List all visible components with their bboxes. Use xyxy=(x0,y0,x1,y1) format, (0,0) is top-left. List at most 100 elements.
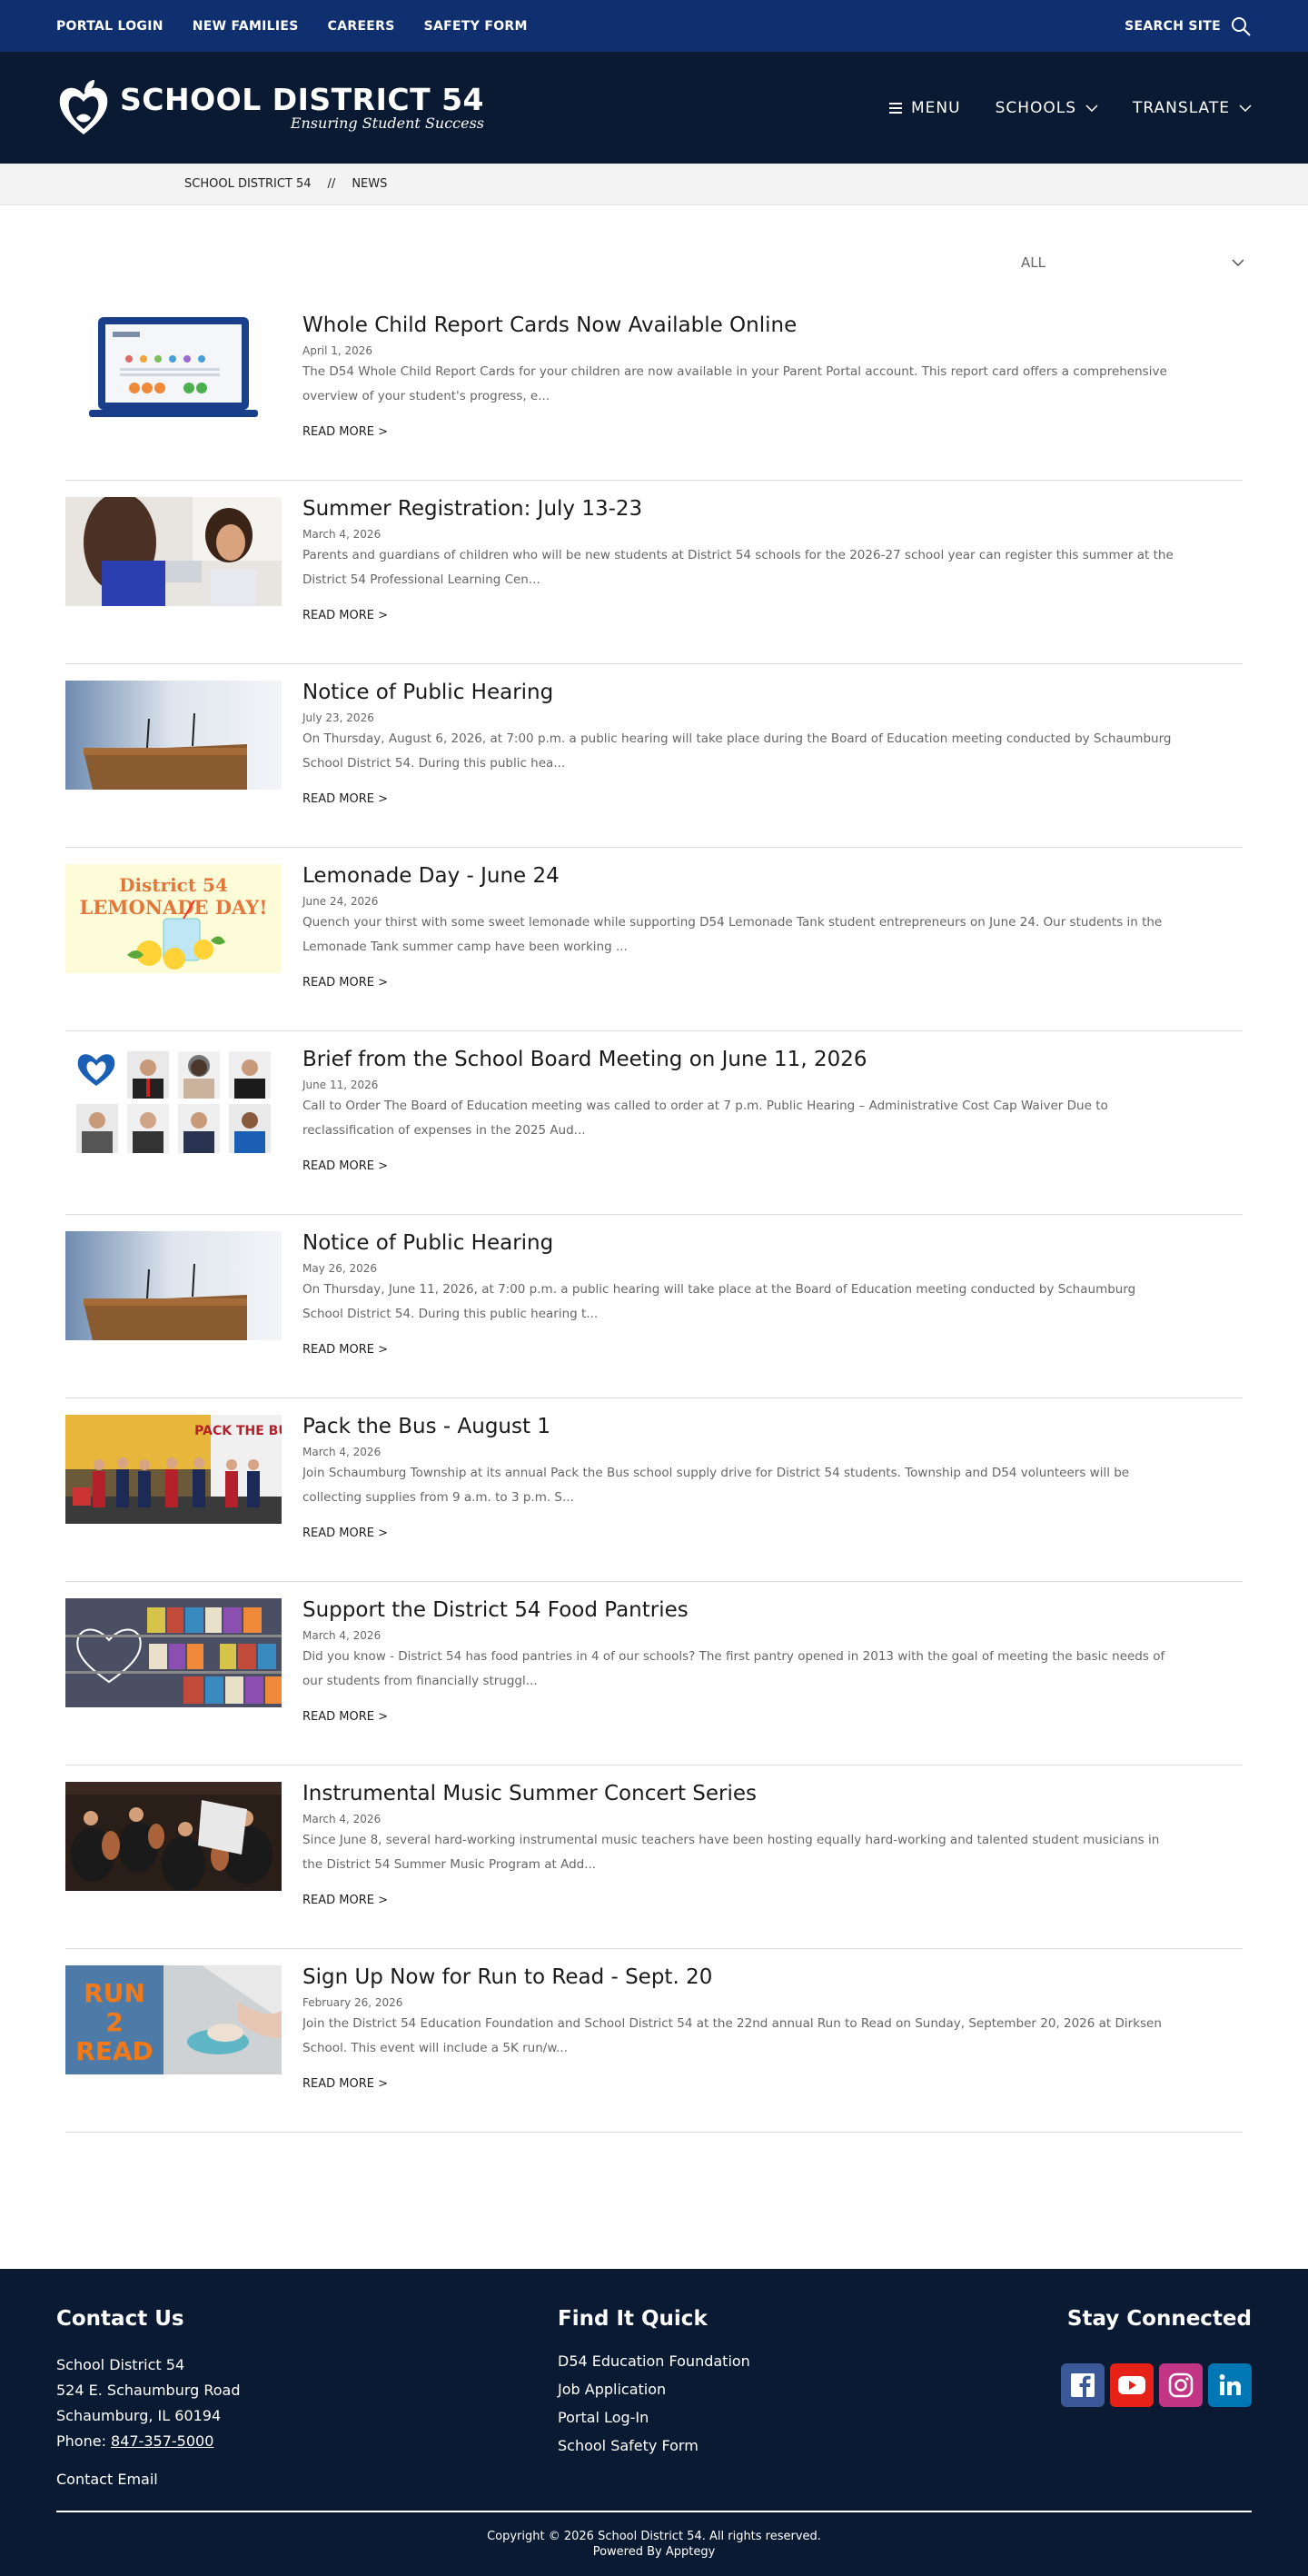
news-excerpt: Quench your thirst with some sweet lemon… xyxy=(302,915,1163,954)
news-item: RUN 2 READ Sign Up Now for Run to Read -… xyxy=(65,1949,1243,2133)
chevron-down-icon xyxy=(1239,104,1252,112)
menu-label: MENU xyxy=(911,98,961,117)
read-more-link[interactable]: READ MORE > xyxy=(302,792,1211,806)
news-title[interactable]: Whole Child Report Cards Now Available O… xyxy=(302,312,1211,339)
news-excerpt: Since June 8, several hard-working instr… xyxy=(302,1833,1160,1872)
news-date: July 23, 2026 xyxy=(302,711,374,724)
news-date: February 26, 2026 xyxy=(302,1996,403,2009)
phone-label: Phone: xyxy=(56,2432,112,2450)
instagram-icon[interactable] xyxy=(1159,2363,1203,2407)
utility-bar: PORTAL LOGIN NEW FAMILIES CAREERS SAFETY… xyxy=(0,0,1308,52)
read-more-link[interactable]: READ MORE > xyxy=(302,2077,1211,2091)
quick-link-education-foundation[interactable]: D54 Education Foundation xyxy=(558,2352,750,2370)
news-thumbnail-pack-the-bus[interactable]: PACK THE BUS xyxy=(65,1415,282,1524)
safety-form-link[interactable]: SAFETY FORM xyxy=(424,19,528,34)
main-nav: MENU SCHOOLS TRANSLATE xyxy=(889,99,1252,117)
read-more-link[interactable]: READ MORE > xyxy=(302,1894,1211,1907)
translate-dropdown[interactable]: TRANSLATE xyxy=(1133,99,1252,117)
hamburger-icon xyxy=(889,102,902,114)
quick-link-safety-form[interactable]: School Safety Form xyxy=(558,2437,750,2454)
news-title[interactable]: Pack the Bus - August 1 xyxy=(302,1413,1211,1440)
news-date: June 24, 2026 xyxy=(302,895,379,908)
powered-by-link[interactable]: Powered By Apptegy xyxy=(0,2544,1308,2560)
news-item: Support the District 54 Food Pantries Ma… xyxy=(65,1582,1243,1765)
read-more-link[interactable]: READ MORE > xyxy=(302,1343,1211,1357)
news-excerpt: Call to Order The Board of Education mee… xyxy=(302,1099,1108,1138)
district-logo[interactable]: SCHOOL DISTRICT 54 Ensuring Student Succ… xyxy=(56,76,484,140)
breadcrumb-current: NEWS xyxy=(352,177,388,191)
quick-link-portal-login[interactable]: Portal Log-In xyxy=(558,2409,750,2426)
news-thumbnail-podium[interactable] xyxy=(65,681,282,790)
logo-text: SCHOOL DISTRICT 54 Ensuring Student Succ… xyxy=(120,84,485,133)
news-thumbnail-podium[interactable] xyxy=(65,1231,282,1340)
news-title[interactable]: Sign Up Now for Run to Read - Sept. 20 xyxy=(302,1964,1211,1991)
news-title[interactable]: Support the District 54 Food Pantries xyxy=(302,1596,1211,1624)
phone-link[interactable]: 847-357-5000 xyxy=(111,2432,213,2450)
news-thumbnail-run-to-read[interactable]: RUN 2 READ xyxy=(65,1965,282,2074)
search-site-label: SEARCH SITE xyxy=(1125,18,1221,34)
news-body: Pack the Bus - August 1 March 4, 2026 Jo… xyxy=(302,1413,1211,1540)
lemonade-title-line2: LEMONADE DAY! xyxy=(80,896,268,919)
menu-button[interactable]: MENU xyxy=(889,99,961,117)
facebook-icon[interactable] xyxy=(1061,2363,1105,2407)
read-more-link[interactable]: READ MORE > xyxy=(302,609,1211,622)
news-body: Notice of Public Hearing May 26, 2026 On… xyxy=(302,1229,1211,1357)
apple-heart-logo-icon xyxy=(59,79,108,134)
portal-login-link[interactable]: PORTAL LOGIN xyxy=(56,19,164,34)
news-title[interactable]: Notice of Public Hearing xyxy=(302,679,1211,706)
find-it-quick-heading: Find It Quick xyxy=(558,2307,708,2331)
contact-line: Schaumburg, IL 60194 xyxy=(56,2407,222,2424)
contact-block: School District 54 524 E. Schaumburg Roa… xyxy=(56,2352,241,2492)
read-more-link[interactable]: READ MORE > xyxy=(302,425,1211,439)
search-site-button[interactable]: SEARCH SITE xyxy=(1125,15,1252,37)
news-body: Support the District 54 Food Pantries Ma… xyxy=(302,1596,1211,1724)
linkedin-icon[interactable] xyxy=(1208,2363,1252,2407)
news-title[interactable]: Instrumental Music Summer Concert Series xyxy=(302,1780,1211,1807)
news-thumbnail-registration[interactable] xyxy=(65,497,282,606)
news-item: Brief from the School Board Meeting on J… xyxy=(65,1031,1243,1215)
news-excerpt: Did you know - District 54 has food pant… xyxy=(302,1649,1165,1688)
read-more-link[interactable]: READ MORE > xyxy=(302,1710,1211,1724)
read-more-link[interactable]: READ MORE > xyxy=(302,1159,1211,1173)
news-body: Sign Up Now for Run to Read - Sept. 20 F… xyxy=(302,1964,1211,2091)
news-thumbnail-lemonade[interactable]: District 54 LEMONADE DAY! xyxy=(65,864,282,973)
category-filter-select[interactable]: ALL xyxy=(1010,249,1244,276)
site-footer: Contact Us School District 54 524 E. Sch… xyxy=(0,2269,1308,2576)
news-title[interactable]: Notice of Public Hearing xyxy=(302,1229,1211,1257)
schools-dropdown[interactable]: SCHOOLS xyxy=(996,99,1098,117)
news-date: March 4, 2026 xyxy=(302,1446,382,1458)
news-thumbnail-music[interactable] xyxy=(65,1782,282,1891)
chevron-down-icon xyxy=(1232,259,1244,266)
quick-link-job-application[interactable]: Job Application xyxy=(558,2381,750,2398)
schools-label: SCHOOLS xyxy=(995,98,1077,117)
new-families-link[interactable]: NEW FAMILIES xyxy=(193,19,299,34)
news-excerpt: On Thursday, August 6, 2026, at 7:00 p.m… xyxy=(302,731,1172,771)
news-body: Summer Registration: July 13-23 March 4,… xyxy=(302,495,1211,622)
pack-bus-banner: PACK THE BUS xyxy=(194,1424,282,1438)
lemonade-title-line1: District 54 xyxy=(119,874,228,896)
news-title[interactable]: Summer Registration: July 13-23 xyxy=(302,495,1211,522)
news-excerpt: The D54 Whole Child Report Cards for you… xyxy=(302,364,1167,403)
contact-phone-line: Phone: 847-357-5000 xyxy=(56,2429,241,2454)
filter-row: ALL xyxy=(0,205,1308,297)
news-body: Brief from the School Board Meeting on J… xyxy=(302,1046,1211,1173)
read-more-link[interactable]: READ MORE > xyxy=(302,976,1211,990)
utility-links: PORTAL LOGIN NEW FAMILIES CAREERS SAFETY… xyxy=(56,19,528,34)
logo-tagline: Ensuring Student Success xyxy=(290,114,485,132)
contact-email-link[interactable]: Contact Email xyxy=(56,2467,241,2492)
news-title[interactable]: Brief from the School Board Meeting on J… xyxy=(302,1046,1211,1073)
translate-label: TRANSLATE xyxy=(1133,98,1230,117)
news-item: Summer Registration: July 13-23 March 4,… xyxy=(65,481,1243,664)
stay-connected-heading: Stay Connected xyxy=(1066,2307,1252,2331)
youtube-icon[interactable] xyxy=(1110,2363,1154,2407)
breadcrumb-home-link[interactable]: SCHOOL DISTRICT 54 xyxy=(184,177,312,191)
news-thumbnail-food-pantry[interactable] xyxy=(65,1598,282,1707)
copyright-block: Copyright © 2026 School District 54. All… xyxy=(0,2529,1308,2560)
news-thumbnail-laptop[interactable] xyxy=(65,313,282,423)
news-title[interactable]: Lemonade Day - June 24 xyxy=(302,862,1211,890)
news-body: Whole Child Report Cards Now Available O… xyxy=(302,312,1211,439)
read-more-link[interactable]: READ MORE > xyxy=(302,1527,1211,1540)
news-date: May 26, 2026 xyxy=(302,1262,378,1275)
careers-link[interactable]: CAREERS xyxy=(328,19,395,34)
news-thumbnail-board-members[interactable] xyxy=(65,1048,282,1157)
